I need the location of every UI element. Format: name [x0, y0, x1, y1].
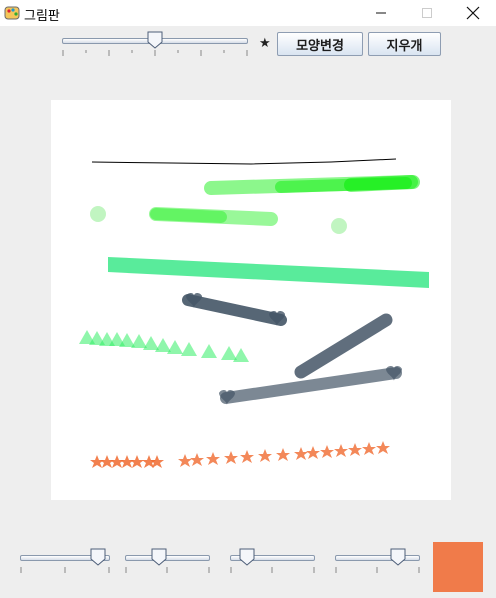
alpha-slider-thumb[interactable] — [390, 548, 406, 566]
green-triangle-stroke — [79, 330, 249, 362]
green-slider-track — [125, 555, 210, 561]
size-slider-thumb[interactable] — [147, 31, 163, 49]
close-icon — [466, 6, 480, 20]
title-bar: 그림판 — [0, 0, 496, 26]
blue-slider-ticks — [230, 567, 315, 573]
eraser-button[interactable]: 지우개 — [368, 32, 441, 56]
green-dot-2 — [331, 218, 347, 234]
maximize-icon — [422, 8, 432, 18]
orange-star-stroke-1 — [90, 455, 164, 468]
slate-heart-stroke-3 — [220, 367, 402, 404]
drawing-canvas[interactable] — [51, 100, 451, 500]
size-slider[interactable] — [62, 30, 248, 58]
current-shape-star-icon: ★ — [259, 36, 271, 51]
orange-star-stroke-2 — [178, 441, 390, 467]
alpha-slider-track — [335, 555, 420, 561]
alpha-slider[interactable] — [335, 547, 420, 581]
slate-heart-stroke-1 — [182, 294, 287, 326]
current-color-swatch — [433, 542, 483, 592]
green-slider[interactable] — [125, 547, 210, 581]
blue-slider[interactable] — [230, 547, 315, 581]
maximize-button[interactable] — [404, 0, 450, 26]
black-stroke — [91, 158, 397, 165]
paint-app-icon — [4, 6, 20, 20]
change-shape-button[interactable]: 모양변경 — [277, 32, 363, 56]
green-slider-thumb[interactable] — [151, 548, 167, 566]
canvas-drawing — [79, 158, 429, 468]
minimize-icon — [376, 12, 386, 14]
close-button[interactable] — [450, 0, 496, 26]
window-title: 그림판 — [24, 9, 60, 24]
mint-brush-band — [108, 257, 429, 288]
red-slider-thumb[interactable] — [90, 548, 106, 566]
red-slider[interactable] — [20, 547, 110, 581]
alpha-slider-ticks — [335, 567, 420, 573]
green-slider-ticks — [125, 567, 210, 573]
minimize-button[interactable] — [358, 0, 404, 26]
red-slider-ticks — [20, 567, 110, 573]
slate-heart-stroke-2 — [294, 313, 393, 379]
size-slider-ticks — [62, 50, 248, 56]
green-dot-1 — [90, 206, 106, 222]
blue-slider-thumb[interactable] — [239, 548, 255, 566]
